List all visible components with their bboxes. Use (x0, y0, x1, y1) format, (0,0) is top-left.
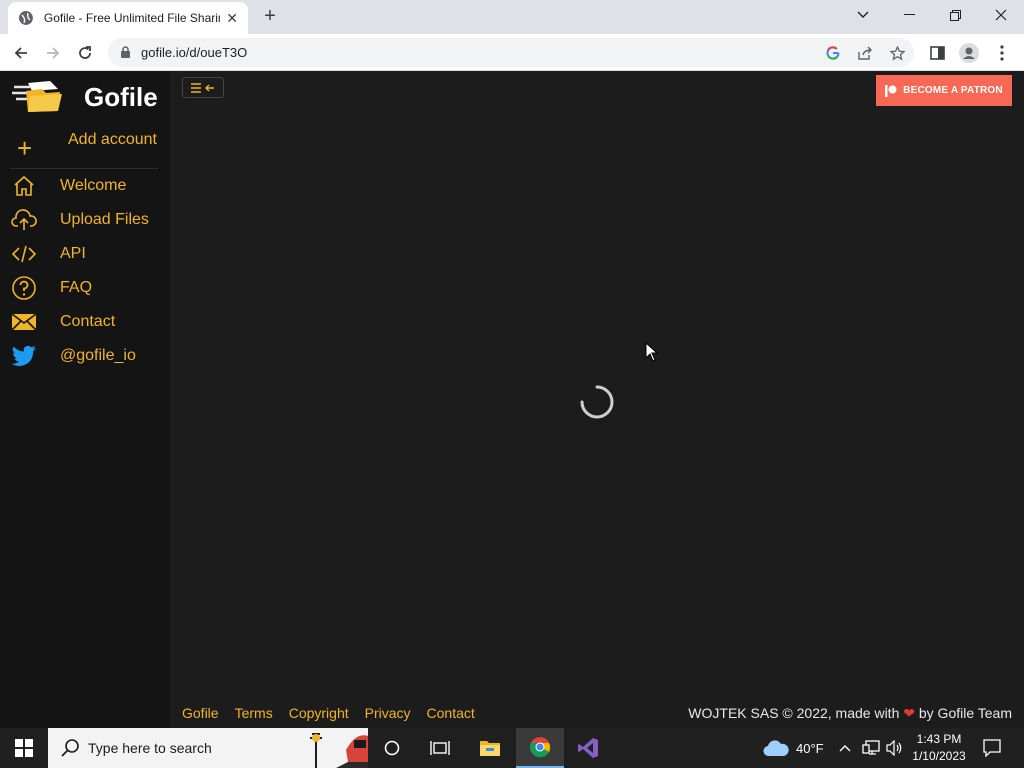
search-icon (61, 739, 79, 757)
cloud-upload-icon (11, 207, 37, 233)
file-explorer-icon[interactable] (466, 728, 514, 768)
sidebar-item-faq[interactable]: FAQ (0, 272, 170, 304)
weather-temp: 40°F (796, 740, 824, 756)
bookmark-star-icon[interactable] (888, 44, 906, 62)
tab-close-icon[interactable]: ✕ (226, 10, 238, 27)
share-icon[interactable] (856, 44, 874, 62)
search-placeholder: Type here to search (88, 740, 212, 756)
footer-link-privacy[interactable]: Privacy (365, 705, 411, 721)
volume-icon[interactable] (886, 728, 904, 768)
clock-date: 1/10/2023 (912, 749, 966, 763)
lock-icon (121, 46, 130, 58)
footer-links: Gofile Terms Copyright Privacy Contact (182, 705, 475, 721)
weather-widget[interactable]: 40°F (762, 728, 824, 768)
google-icon[interactable] (824, 44, 842, 62)
show-hidden-icons[interactable] (838, 728, 852, 768)
sidebar-item-label: API (60, 245, 86, 262)
side-panel-icon[interactable] (924, 40, 950, 66)
add-account-label: Add account (68, 131, 157, 148)
plus-icon: + (17, 133, 33, 163)
new-tab-button[interactable]: + (258, 5, 282, 29)
add-account-button[interactable]: + Add account (0, 129, 170, 165)
copyright-notice: WOJTEK SAS © 2022, made with ❤ by Gofile… (688, 705, 1012, 722)
sidebar-item-label: FAQ (60, 279, 93, 296)
notifications-icon[interactable] (970, 728, 1014, 768)
home-icon (11, 173, 37, 199)
become-patron-button[interactable]: BECOME A PATRON (876, 75, 1012, 106)
sidebar: Gofile + Add account Welcome Upload File… (0, 71, 170, 728)
task-view-icon[interactable] (416, 728, 464, 768)
kebab-menu-icon[interactable] (989, 40, 1015, 66)
globe-icon (18, 11, 33, 25)
copyright-suffix: by Gofile Team (918, 705, 1012, 721)
twitter-icon (11, 343, 37, 369)
visual-studio-icon[interactable] (564, 728, 612, 768)
gofile-logo-icon (12, 81, 62, 112)
clock-time: 1:43 PM (916, 732, 962, 746)
profile-avatar-icon[interactable] (956, 40, 982, 66)
sidebar-item-api[interactable]: API (0, 238, 170, 270)
sidebar-item-contact[interactable]: Contact (0, 306, 170, 338)
sidebar-divider (10, 168, 158, 169)
search-highlight-train-icon (296, 728, 368, 768)
footer-link-contact[interactable]: Contact (427, 705, 475, 721)
cortana-icon[interactable] (368, 728, 416, 768)
restore-button[interactable] (932, 0, 978, 30)
envelope-icon (11, 309, 37, 335)
patreon-icon (885, 84, 897, 97)
menu-collapse-icon (191, 82, 214, 93)
close-window-button[interactable] (978, 0, 1024, 30)
footer: Gofile Terms Copyright Privacy Contact W… (170, 696, 1024, 728)
tab-title: Gofile - Free Unlimited File Sharin (43, 11, 221, 25)
windows-start-icon[interactable] (0, 728, 48, 768)
windows-taskbar: Type here to search 40°F 1:43 PM 1/10/20… (0, 728, 1024, 768)
chevron-up-icon (839, 745, 851, 752)
loading-spinner-icon (580, 385, 614, 419)
back-button[interactable] (8, 40, 34, 66)
mouse-cursor-icon (645, 342, 659, 362)
browser-tab-bar: Gofile - Free Unlimited File Sharin ✕ + (0, 0, 1024, 34)
sidebar-item-label: Contact (60, 313, 116, 330)
reload-button[interactable] (72, 40, 98, 66)
sidebar-item-label: @gofile_io (60, 347, 136, 364)
sidebar-item-label: Welcome (60, 177, 127, 194)
footer-link-copyright[interactable]: Copyright (289, 705, 349, 721)
browser-toolbar: gofile.io/d/oueT3O (0, 34, 1024, 71)
footer-link-terms[interactable]: Terms (235, 705, 273, 721)
question-icon (11, 275, 37, 301)
sidebar-toggle-button[interactable] (182, 77, 224, 98)
heart-icon: ❤ (903, 705, 915, 721)
page: Gofile + Add account Welcome Upload File… (0, 71, 1024, 728)
sidebar-item-twitter[interactable]: @gofile_io (0, 340, 170, 372)
address-bar[interactable]: gofile.io/d/oueT3O (108, 38, 914, 67)
brand-name: Gofile (84, 81, 158, 112)
footer-link-gofile[interactable]: Gofile (182, 705, 219, 721)
brand[interactable]: Gofile (12, 79, 158, 115)
code-icon (11, 241, 37, 267)
taskbar-clock[interactable]: 1:43 PM 1/10/2023 (908, 731, 970, 765)
sidebar-item-upload-files[interactable]: Upload Files (0, 204, 170, 236)
network-icon[interactable] (862, 728, 880, 768)
browser-tab[interactable]: Gofile - Free Unlimited File Sharin ✕ (8, 2, 248, 34)
taskbar-search-box[interactable]: Type here to search (48, 728, 368, 768)
copyright-prefix: WOJTEK SAS © 2022, made with (688, 705, 900, 721)
patron-label: BECOME A PATRON (903, 85, 1003, 96)
minimize-button[interactable] (886, 0, 932, 30)
tab-search-icon[interactable] (840, 0, 886, 30)
sidebar-item-welcome[interactable]: Welcome (0, 170, 170, 202)
cloud-weather-icon (763, 740, 789, 757)
sidebar-item-label: Upload Files (60, 211, 149, 228)
forward-button[interactable] (40, 40, 66, 66)
url-text: gofile.io/d/oueT3O (141, 45, 248, 60)
chrome-taskbar-icon[interactable] (516, 728, 564, 768)
